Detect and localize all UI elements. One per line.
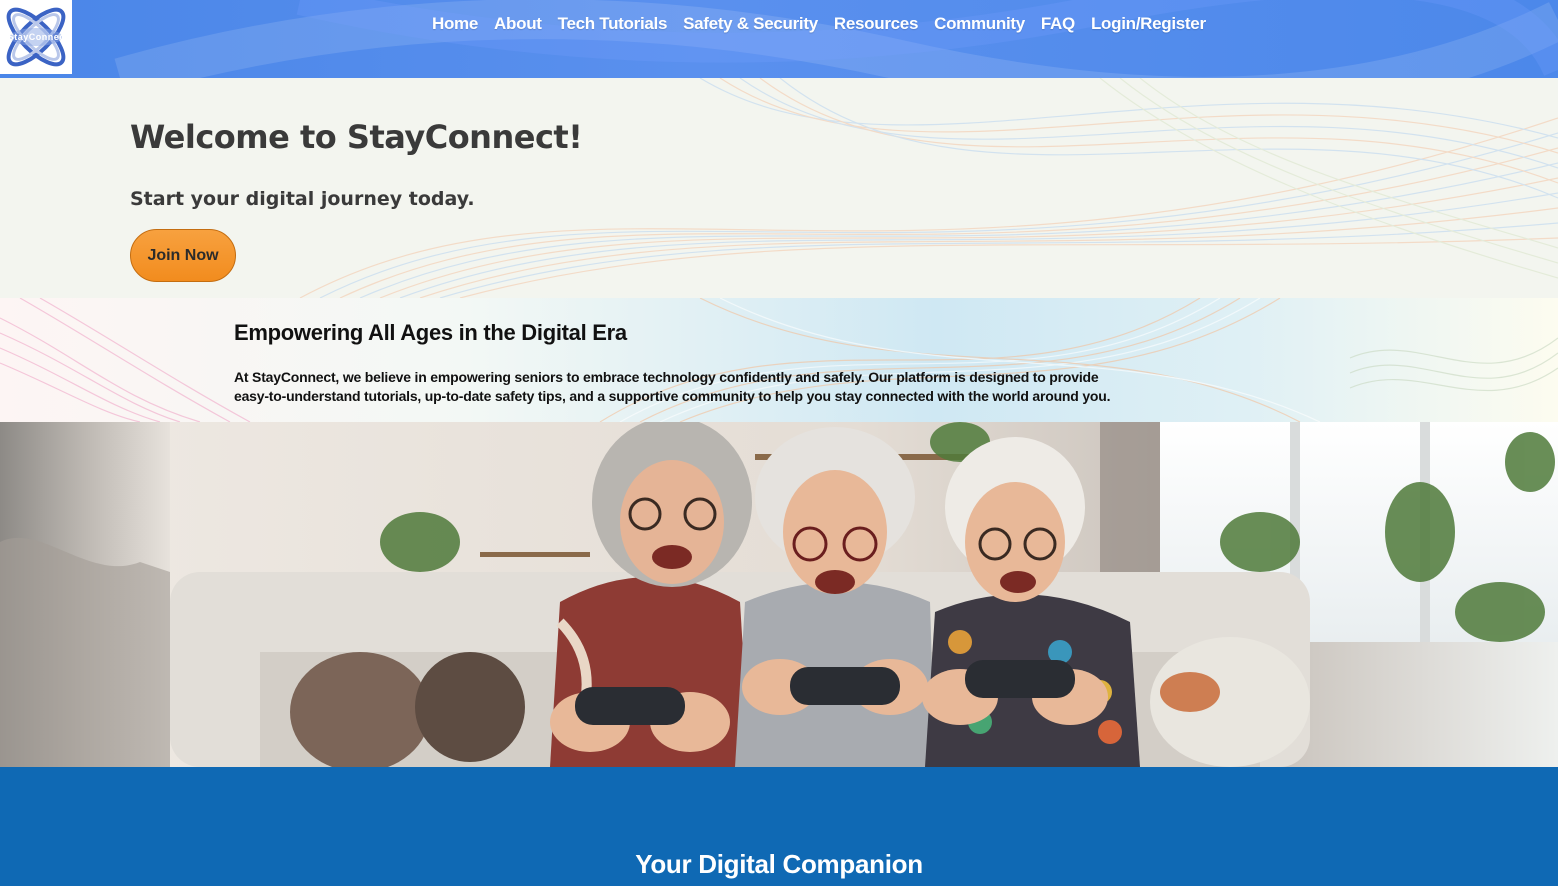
hero-title: Welcome to StayConnect!	[130, 118, 583, 156]
nav-item-safety-security[interactable]: Safety & Security	[683, 14, 818, 34]
photo-illustration	[0, 422, 1558, 767]
join-now-button[interactable]: Join Now	[130, 229, 236, 282]
nav-item-about[interactable]: About	[494, 14, 542, 34]
nav-item-login-register[interactable]: Login/Register	[1091, 14, 1206, 34]
nav-background-pattern	[114, 0, 1558, 78]
main-menu: Home About Tech Tutorials Safety & Secur…	[432, 14, 1206, 34]
hero-section: Welcome to StayConnect! Start your digit…	[0, 78, 1558, 298]
nav-item-resources[interactable]: Resources	[834, 14, 919, 34]
hero-subtitle: Start your digital journey today.	[130, 188, 475, 210]
empowering-description: At StayConnect, we believe in empowering…	[234, 369, 1111, 404]
site-logo[interactable]: StayConnect	[0, 0, 72, 74]
nav-item-faq[interactable]: FAQ	[1041, 14, 1075, 34]
digital-companion-section: Your Digital Companion	[0, 767, 1558, 886]
top-navigation-bar: StayConnect Home About Tech Tutorials Sa…	[0, 0, 1558, 78]
digital-companion-title: Your Digital Companion	[635, 849, 923, 879]
nav-item-home[interactable]: Home	[432, 14, 478, 34]
nav-item-community[interactable]: Community	[934, 14, 1025, 34]
empowering-title: Empowering All Ages in the Digital Era	[234, 320, 627, 345]
empowering-section: Empowering All Ages in the Digital Era A…	[0, 298, 1558, 422]
seniors-gaming-photo	[0, 422, 1558, 767]
nav-item-tech-tutorials[interactable]: Tech Tutorials	[558, 14, 668, 34]
logo-text: StayConnect	[7, 32, 69, 42]
